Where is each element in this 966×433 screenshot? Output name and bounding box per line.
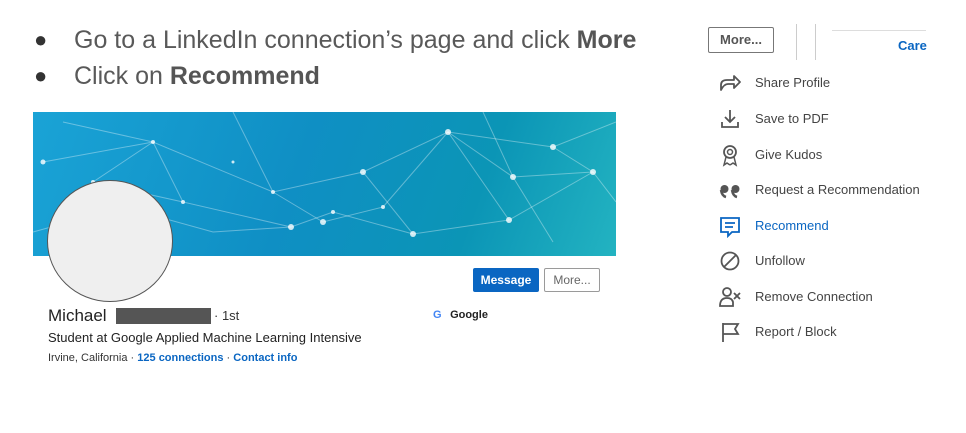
instruction-bold: Recommend (169, 62, 320, 90)
unfollow-icon (720, 251, 740, 271)
instruction-bold: More (576, 26, 637, 54)
menu-item-share-profile[interactable]: Share Profile (718, 71, 928, 95)
profile-avatar[interactable] (47, 180, 173, 302)
menu-item-label: Share Profile (755, 75, 831, 90)
instructions: ● Go to a LinkedIn connection’s page and… (30, 22, 636, 94)
menu-item-save-to-pdf[interactable]: Save to PDF (718, 107, 928, 131)
menu-item-label: Unfollow (755, 253, 805, 268)
menu-item-unfollow[interactable]: Unfollow (718, 249, 928, 273)
instruction-text: Click on (74, 62, 170, 90)
more-button-top[interactable]: More... (708, 27, 774, 53)
bullet-dot: ● (34, 63, 48, 88)
company-name: Google (450, 309, 488, 321)
partial-tab-label[interactable]: Care (898, 38, 927, 53)
redaction-bar (116, 308, 211, 324)
separator: · (130, 352, 135, 364)
connections-link[interactable]: 125 connections (137, 352, 223, 364)
recommend-icon (720, 217, 740, 238)
menu-item-recommend[interactable]: Recommend (718, 214, 928, 238)
menu-item-label: Report / Block (755, 324, 837, 339)
contact-info-link[interactable]: Contact info (233, 352, 297, 364)
more-button[interactable]: More... (544, 268, 600, 292)
separator: · (226, 352, 231, 364)
company-entry[interactable]: G Google (433, 309, 488, 321)
bullet-dot: ● (34, 27, 48, 52)
menu-item-report-block[interactable]: Report / Block (718, 320, 928, 344)
menu-item-remove-connection[interactable]: Remove Connection (718, 285, 928, 309)
profile-name: Michael (48, 306, 107, 325)
menu-item-label: Request a Recommendation (755, 182, 920, 197)
kudos-icon (722, 145, 738, 167)
menu-item-give-kudos[interactable]: Give Kudos (718, 143, 928, 167)
quote-icon (719, 185, 740, 199)
divider (796, 24, 797, 60)
profile-headline: Student at Google Applied Machine Learni… (48, 330, 362, 345)
remove-connection-icon (719, 287, 741, 307)
menu-item-label: Remove Connection (755, 289, 873, 304)
menu-item-label: Save to PDF (755, 111, 829, 126)
download-icon (721, 110, 739, 128)
instruction-1: ● Go to a LinkedIn connection’s page and… (30, 22, 636, 58)
google-logo-icon: G (433, 309, 442, 321)
location: Irvine, California (48, 352, 128, 364)
divider (815, 24, 816, 60)
flag-icon (722, 323, 740, 342)
instruction-2: ● Click on Recommend (30, 58, 636, 94)
share-icon (720, 75, 741, 91)
menu-item-label: Recommend (755, 218, 829, 233)
connection-degree: · 1st (214, 308, 240, 323)
menu-item-request-recommendation[interactable]: Request a Recommendation (718, 178, 928, 202)
divider (832, 30, 926, 31)
instruction-text: Go to a LinkedIn connection’s page and c… (74, 26, 577, 54)
message-button[interactable]: Message (473, 268, 539, 292)
menu-item-label: Give Kudos (755, 147, 823, 162)
profile-meta: Irvine, California · 125 connections · C… (48, 352, 297, 364)
